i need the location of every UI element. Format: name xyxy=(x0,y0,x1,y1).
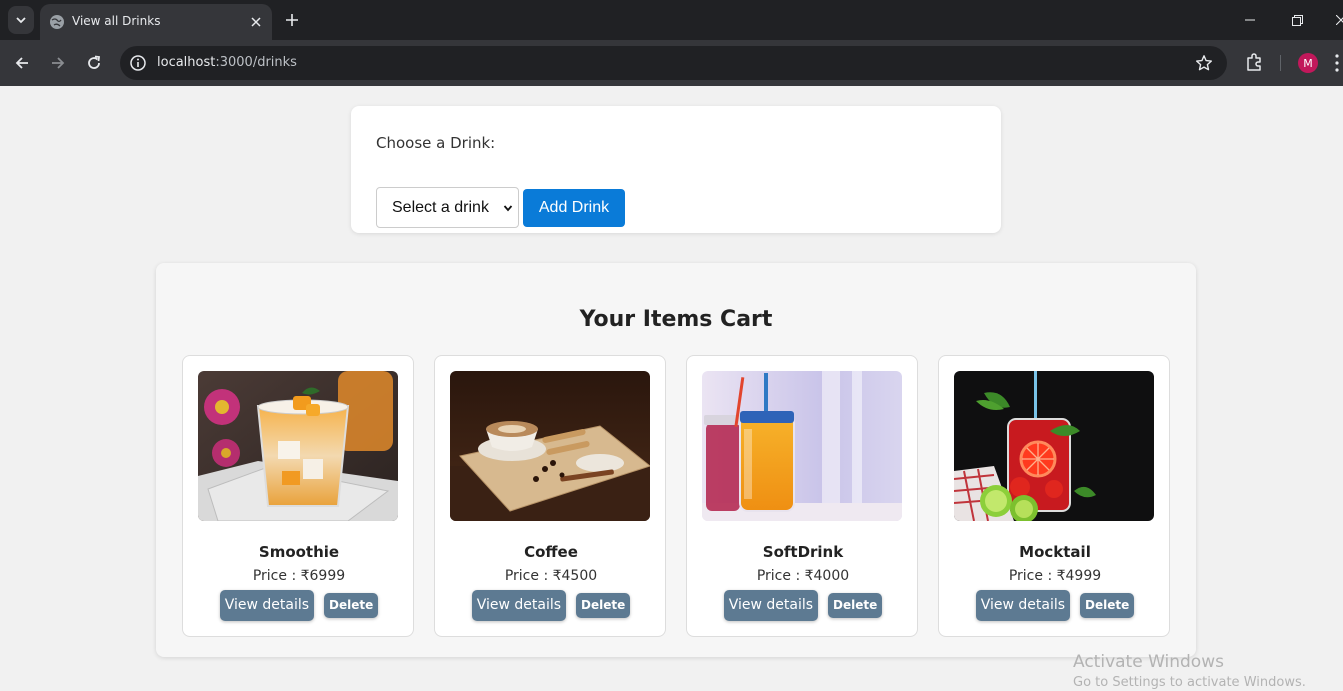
delete-button[interactable]: Delete xyxy=(1080,592,1135,618)
chevron-down-icon xyxy=(16,17,26,24)
activate-windows-watermark: Activate Windows Go to Settings to activ… xyxy=(1073,652,1343,690)
toolbar-divider xyxy=(1280,55,1281,71)
reload-button[interactable] xyxy=(83,52,105,74)
page-content: Choose a Drink: Select a drink Add Drink… xyxy=(0,86,1343,691)
cart-panel: Your Items Cart Smoothie Price: ₹6999 V… xyxy=(156,263,1196,657)
new-tab-button[interactable] xyxy=(282,10,302,30)
mocktail-photo xyxy=(954,371,1154,521)
item-price: Price : ₹4500 xyxy=(504,568,598,584)
url-text: localhost:3000/drinks xyxy=(157,55,297,70)
restore-icon xyxy=(1291,14,1303,26)
close-icon xyxy=(251,17,261,27)
browser-tab-active[interactable]: View all Drinks xyxy=(40,4,272,40)
item-price: Price : ₹4000 xyxy=(756,568,850,584)
bookmark-star-icon[interactable] xyxy=(1195,54,1213,72)
chooser-label: Choose a Drink: xyxy=(376,134,496,152)
item-actions: View details Delete xyxy=(687,589,919,621)
cart-title: Your Items Cart xyxy=(579,307,773,332)
restore-button[interactable] xyxy=(1287,10,1307,30)
profile-avatar[interactable]: M xyxy=(1298,53,1318,73)
arrow-right-icon xyxy=(52,57,65,69)
close-icon xyxy=(1336,15,1343,25)
item-name: Smoothie xyxy=(258,543,340,561)
item-name: Coffee xyxy=(524,543,578,561)
cart-item-card: Smoothie Price : ₹6999 View details Dele… xyxy=(182,355,414,637)
softdrink-photo xyxy=(702,371,902,521)
drink-select[interactable]: Select a drink xyxy=(376,187,519,228)
address-bar[interactable]: localhost:3000/drinks xyxy=(120,46,1227,80)
window-close-button[interactable] xyxy=(1331,10,1343,30)
back-button[interactable] xyxy=(11,52,33,74)
tab-title: View all Drinks xyxy=(72,14,161,28)
arrow-left-icon xyxy=(15,57,28,69)
globe-icon xyxy=(50,15,64,29)
item-price: Price : ₹4999 xyxy=(1008,568,1102,584)
cart-item-card: SoftDrink Price : ₹4000 View details Del… xyxy=(686,355,918,637)
item-actions: View details Delete xyxy=(939,589,1171,621)
browser-toolbar: localhost:3000/drinks M xyxy=(0,40,1343,86)
plus-icon xyxy=(286,14,298,26)
extensions-puzzle-icon[interactable] xyxy=(1244,52,1264,72)
view-details-button[interactable]: View details xyxy=(723,589,819,621)
minimize-icon xyxy=(1245,19,1255,21)
item-name: SoftDrink xyxy=(762,543,844,561)
watermark-subtitle: Go to Settings to activate Windows. xyxy=(1073,675,1306,690)
minimize-button[interactable] xyxy=(1240,10,1260,30)
smoothie-photo xyxy=(198,371,398,521)
item-name: Mocktail xyxy=(1019,543,1091,561)
drink-select-value: Select a drink xyxy=(392,198,489,216)
coffee-photo xyxy=(450,371,650,521)
delete-button[interactable]: Delete xyxy=(576,592,631,618)
forward-button[interactable] xyxy=(47,52,69,74)
drink-chooser-panel: Choose a Drink: Select a drink Add Drink xyxy=(351,106,1001,233)
info-icon xyxy=(130,55,146,71)
url-host: localhost xyxy=(157,55,216,70)
chevron-down-icon xyxy=(503,205,513,212)
watermark-title: Activate Windows xyxy=(1073,652,1224,672)
tab-close-button[interactable] xyxy=(247,13,265,31)
tab-search-button[interactable] xyxy=(8,6,34,34)
url-path: :3000/drinks xyxy=(215,55,297,70)
delete-button[interactable]: Delete xyxy=(828,592,883,618)
cart-item-card: Coffee Price : ₹4500 View details Delete xyxy=(434,355,666,637)
add-drink-button[interactable]: Add Drink xyxy=(523,189,625,227)
delete-button[interactable]: Delete xyxy=(324,592,379,618)
view-details-button[interactable]: View details xyxy=(471,589,567,621)
view-details-button[interactable]: View details xyxy=(219,589,315,621)
cart-item-card: Mocktail Price : ₹4999 View details Dele… xyxy=(938,355,1170,637)
more-vert-icon[interactable] xyxy=(1333,53,1341,73)
item-price: Price : ₹6999 xyxy=(252,568,346,584)
item-actions: View details Delete xyxy=(183,589,415,621)
view-details-button[interactable]: View details xyxy=(975,589,1071,621)
item-actions: View details Delete xyxy=(435,589,667,621)
browser-tab-strip: View all Drinks xyxy=(0,0,1343,40)
reload-icon xyxy=(88,55,101,69)
